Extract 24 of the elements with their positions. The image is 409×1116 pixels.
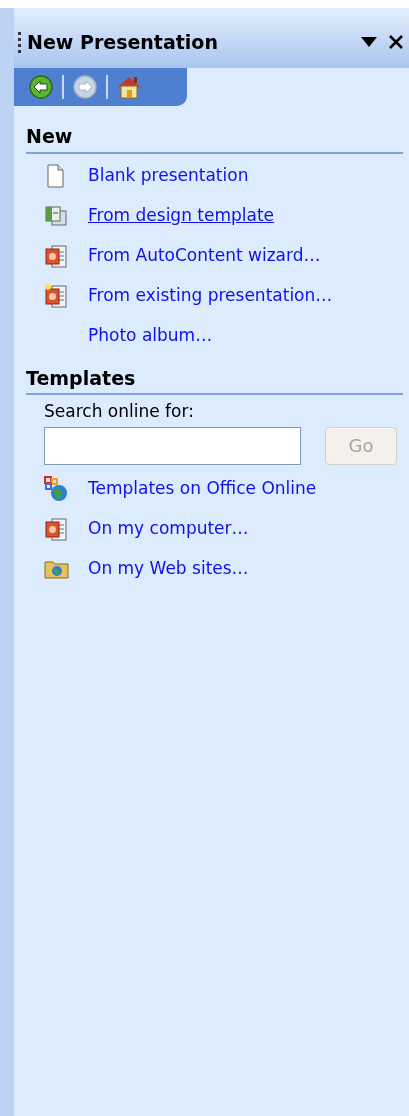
task-link[interactable]: From design template [88, 202, 275, 229]
globe-icon [44, 475, 68, 502]
section-heading: Templates [26, 363, 403, 395]
search-field[interactable] [44, 426, 301, 465]
presentation-file-icon [44, 282, 68, 309]
presentation-file-icon [44, 242, 68, 269]
section-heading: New [26, 122, 403, 154]
close-icon[interactable] [389, 35, 403, 49]
blank-page-icon [44, 163, 66, 188]
task-link[interactable]: On my computer… [88, 515, 249, 542]
home-icon[interactable] [116, 74, 142, 100]
grip-icon[interactable] [18, 31, 21, 53]
task-link[interactable]: From AutoContent wizard… [88, 242, 321, 269]
task-link[interactable]: From existing presentation… [88, 282, 333, 309]
presentation-file-icon [44, 515, 68, 542]
task-link[interactable]: On my Web sites… [88, 555, 249, 582]
pane-title: New Presentation [27, 29, 219, 55]
search-label: Search online for: [44, 400, 195, 423]
slides-icon [44, 204, 68, 227]
task-link[interactable]: Blank presentation [88, 162, 249, 189]
back-icon[interactable] [28, 74, 54, 100]
dropdown-icon[interactable] [361, 37, 377, 47]
task-link[interactable]: Templates on Office Online [88, 475, 317, 502]
task-link[interactable]: Photo album… [88, 322, 213, 349]
